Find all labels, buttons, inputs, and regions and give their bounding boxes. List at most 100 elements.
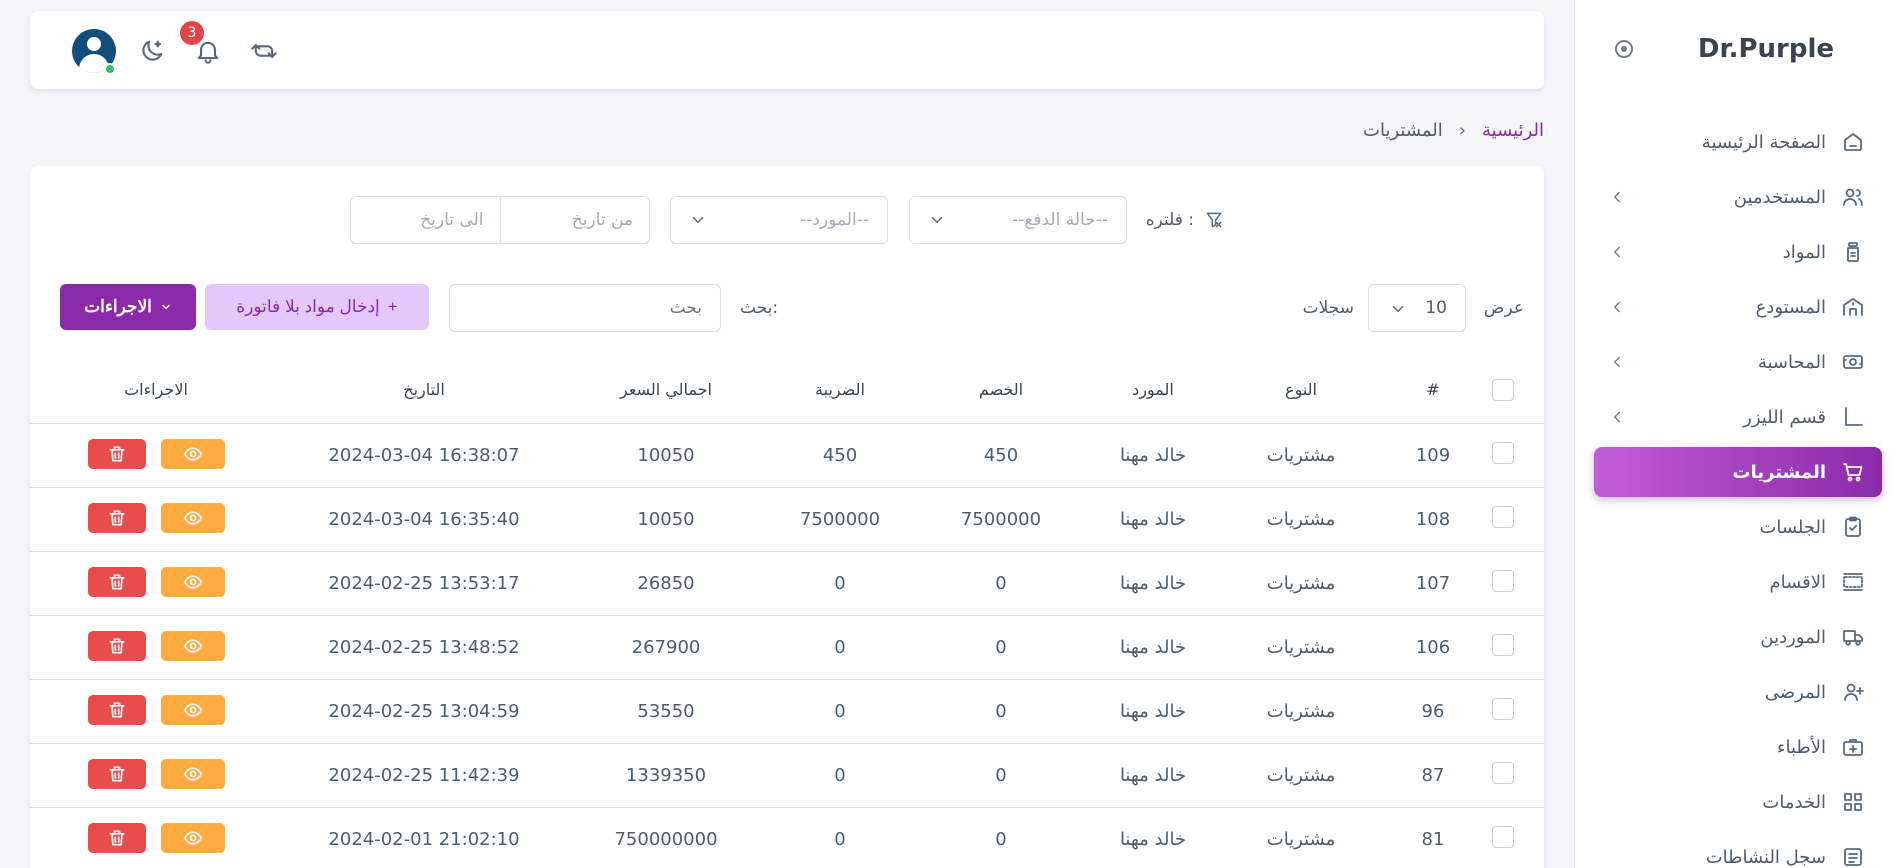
view-button[interactable] — [161, 567, 225, 597]
sidebar-item[interactable]: الخدمات — [1594, 777, 1882, 827]
medical-bag-icon — [1840, 734, 1866, 760]
chevron-left-icon — [1614, 191, 1620, 203]
header-date[interactable]: التاريخ — [403, 380, 445, 399]
delete-button[interactable] — [88, 759, 146, 789]
view-button[interactable] — [161, 503, 225, 533]
delete-button[interactable] — [88, 631, 146, 661]
cell-total: 750000000 — [614, 829, 718, 850]
cell-type: مشتريات — [1266, 573, 1336, 594]
bottle-icon — [1840, 239, 1866, 265]
radio-circle-icon[interactable] — [1615, 40, 1633, 58]
table-controls: عرض 10 سجلات بحث: إدخال مواد بلا فاتورة … — [30, 284, 1544, 332]
cell-tax: 0 — [834, 765, 846, 786]
sidebar-item[interactable]: سجل النشاطات — [1594, 832, 1882, 868]
cell-discount: 7500000 — [960, 509, 1042, 530]
sidebar-item-label: الجلسات — [1759, 516, 1826, 538]
view-button[interactable] — [161, 695, 225, 725]
delete-button[interactable] — [88, 823, 146, 853]
sidebar-item[interactable]: الأطباء — [1594, 722, 1882, 772]
sidebar-item-label: المستودع — [1755, 296, 1826, 318]
home-icon — [1840, 129, 1866, 155]
cell-type: مشتريات — [1266, 445, 1336, 466]
from-date-field[interactable]: من تاريخ — [501, 197, 650, 243]
moon-icon[interactable] — [136, 35, 168, 67]
payment-status-placeholder: --حالة الدفع-- — [1012, 210, 1108, 230]
table-row: 81 مشتريات خالد مهنا 0 0 750000000 2024-02-01 … — [30, 808, 1544, 868]
purchases-table: # النوع المورد الخصم الضريبة اجمالي السع… — [30, 356, 1544, 868]
actions-dropdown-button[interactable]: الاجراءات — [60, 284, 196, 330]
breadcrumb-home-link[interactable]: الرئيسية — [1482, 120, 1544, 141]
row-checkbox[interactable] — [1492, 442, 1514, 464]
page-length-select[interactable]: 10 — [1368, 284, 1466, 332]
sidebar-item[interactable]: الجلسات — [1594, 502, 1882, 552]
chevron-left-icon — [1614, 246, 1620, 258]
supplier-select[interactable]: --المورد-- — [670, 196, 888, 244]
view-button[interactable] — [161, 823, 225, 853]
header-supplier[interactable]: المورد — [1132, 380, 1174, 399]
cell-id: 87 — [1421, 765, 1445, 786]
chevron-down-icon — [931, 217, 943, 223]
table-row: 107 مشتريات خالد مهنا 0 0 26850 2024-02-25 13:… — [30, 552, 1544, 616]
header-discount[interactable]: الخصم — [979, 380, 1023, 399]
online-status-dot — [104, 63, 116, 75]
purchases-card: فلتره : --حالة الدفع-- --المورد-- الى تا… — [30, 166, 1544, 868]
header-id[interactable]: # — [1426, 380, 1439, 399]
sidebar-item-label: قسم الليزر — [1743, 406, 1826, 428]
sidebar-item[interactable]: الصفحة الرئيسية — [1594, 117, 1882, 167]
trash-icon — [107, 636, 127, 656]
sidebar-item[interactable]: المرضى — [1594, 667, 1882, 717]
to-date-field[interactable]: الى تاريخ — [351, 197, 501, 243]
cell-type: مشتريات — [1266, 509, 1336, 530]
sidebar-item[interactable]: قسم الليزر — [1594, 392, 1882, 442]
select-all-checkbox[interactable] — [1492, 379, 1514, 401]
view-button[interactable] — [161, 439, 225, 469]
cell-date: 2024-03-04 16:35:40 — [328, 509, 520, 530]
view-button[interactable] — [161, 759, 225, 789]
add-items-without-invoice-button[interactable]: إدخال مواد بلا فاتورة + — [205, 284, 429, 330]
row-checkbox[interactable] — [1492, 570, 1514, 592]
delete-button[interactable] — [88, 439, 146, 469]
cell-supplier: خالد مهنا — [1119, 765, 1187, 786]
brand-name[interactable]: Dr.Purple — [1698, 34, 1834, 64]
sidebar-item[interactable]: المستخدمين — [1594, 172, 1882, 222]
clipboard-icon — [1840, 514, 1866, 540]
row-checkbox[interactable] — [1492, 634, 1514, 656]
breadcrumb-current: المشتريات — [1363, 120, 1443, 141]
chevron-down-icon — [162, 304, 170, 310]
sidebar: Dr.Purple الصفحة الرئيسية المستخدمين الموا… — [1574, 0, 1902, 868]
notification-badge: 3 — [180, 21, 204, 45]
sidebar-item[interactable]: المشتريات — [1594, 447, 1882, 497]
filter-label: فلتره : — [1146, 210, 1224, 230]
delete-button[interactable] — [88, 567, 146, 597]
sidebar-item-label: الصفحة الرئيسية — [1701, 131, 1826, 153]
view-button[interactable] — [161, 631, 225, 661]
delete-button[interactable] — [88, 503, 146, 533]
search-input[interactable] — [449, 284, 721, 332]
sidebar-item[interactable]: الموردين — [1594, 612, 1882, 662]
cell-type: مشتريات — [1266, 829, 1336, 850]
row-checkbox[interactable] — [1492, 826, 1514, 848]
cell-type: مشتريات — [1266, 637, 1336, 658]
sidebar-item[interactable]: الاقسام — [1594, 557, 1882, 607]
eye-icon — [183, 828, 203, 848]
trash-icon — [107, 508, 127, 528]
cell-id: 109 — [1415, 445, 1451, 466]
eye-icon — [183, 572, 203, 592]
top-navbar: 3 — [30, 11, 1544, 89]
header-total[interactable]: اجمالي السعر — [620, 380, 712, 399]
cell-supplier: خالد مهنا — [1119, 829, 1187, 850]
sidebar-item[interactable]: المحاسبة — [1594, 337, 1882, 387]
payment-status-select[interactable]: --حالة الدفع-- — [909, 196, 1127, 244]
row-checkbox[interactable] — [1492, 698, 1514, 720]
delete-button[interactable] — [88, 695, 146, 725]
cell-tax: 450 — [822, 445, 858, 466]
breadcrumb: الرئيسية › المشتريات — [1363, 120, 1544, 141]
sync-icon[interactable] — [248, 35, 280, 67]
row-checkbox[interactable] — [1492, 762, 1514, 784]
header-tax[interactable]: الضريبة — [815, 380, 865, 399]
sidebar-item[interactable]: المواد — [1594, 227, 1882, 277]
row-checkbox[interactable] — [1492, 506, 1514, 528]
header-type[interactable]: النوع — [1285, 380, 1317, 399]
sidebar-item-label: الأطباء — [1777, 736, 1826, 758]
sidebar-item[interactable]: المستودع — [1594, 282, 1882, 332]
